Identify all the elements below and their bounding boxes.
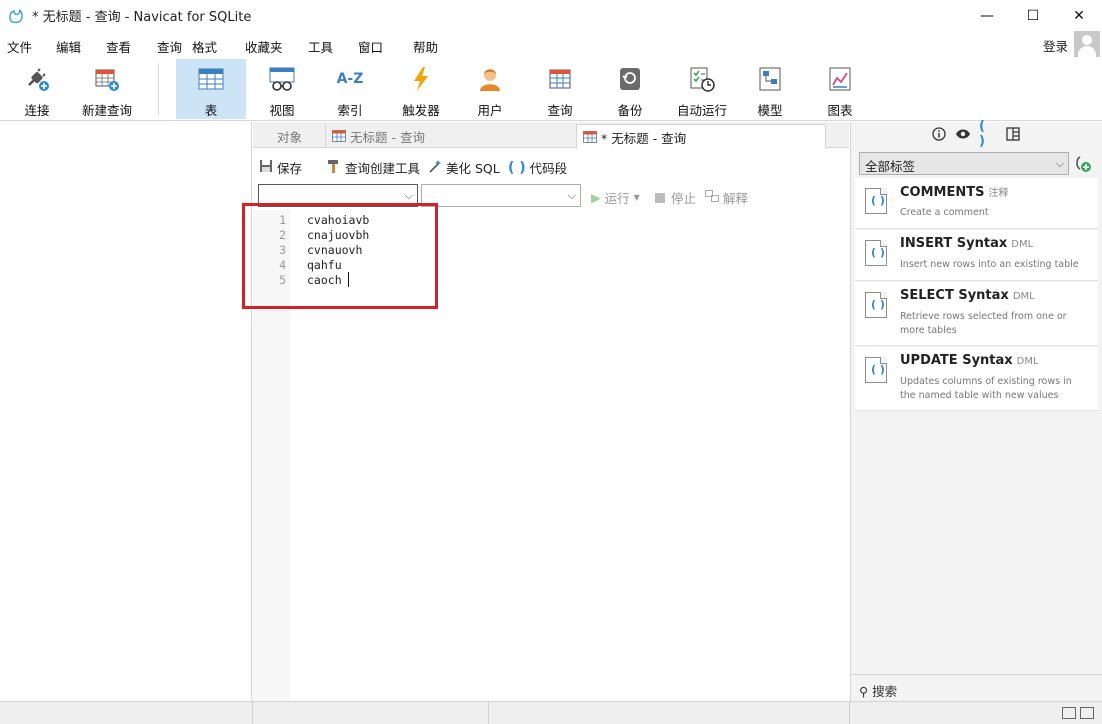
snippet-file-icon: ( ) [865, 292, 887, 318]
explain-button[interactable]: 解释 [705, 188, 748, 207]
menu-tools[interactable]: 工具 [308, 37, 333, 56]
snippet-panel: ( ) 全部标签 ⌵ ( ) COMMENTS 注释 Create a commen… [850, 119, 1102, 701]
run-button[interactable]: ▶ 运行 ▼ [591, 188, 640, 207]
toolbar-user-button[interactable]: 用户 [472, 59, 508, 119]
tab-objects[interactable]: 对象 [277, 124, 302, 148]
new-query-icon [93, 65, 121, 93]
status-bar [0, 701, 1102, 724]
toolbar-trigger-button[interactable]: 触发器 [398, 59, 444, 119]
snippet-file-icon: ( ) [865, 357, 887, 383]
toolbar-view-button[interactable]: 视图 [262, 59, 302, 119]
eye-icon[interactable] [955, 126, 971, 142]
save-icon [259, 159, 273, 176]
snippet-item-insert[interactable]: ( ) INSERT Syntax DML Insert new rows int… [855, 230, 1098, 281]
plug-icon [23, 65, 51, 93]
chevron-down-icon: ⌵ [404, 189, 413, 202]
add-snippet-icon[interactable] [1073, 154, 1093, 174]
layout-toggle-button[interactable] [1062, 707, 1076, 719]
hammer-icon [327, 159, 341, 176]
toolbar-connect-button[interactable]: 连接 [14, 59, 60, 119]
query-toolbar: 保存 查询创建工具 美化 SQL ( ) 代码段 [253, 150, 849, 180]
menu-format[interactable]: 格式 [192, 37, 217, 56]
menu-favorites[interactable]: 收藏夹 [245, 37, 283, 56]
index-icon: A-Z [336, 71, 364, 87]
stop-button[interactable]: 停止 [655, 188, 696, 207]
beautify-sql-button[interactable]: 美化 SQL [428, 158, 500, 177]
window-title: * 无标题 - 查询 - Navicat for SQLite [32, 10, 252, 25]
chevron-down-icon: ⌵ [567, 189, 576, 202]
play-icon: ▶ [591, 190, 601, 205]
parentheses-icon: ( ) [508, 159, 526, 176]
save-button[interactable]: 保存 [259, 158, 302, 177]
connection-tree-panel[interactable] [0, 122, 252, 701]
snippet-item-comments[interactable]: ( ) COMMENTS 注释 Create a comment [855, 178, 1098, 229]
chevron-down-icon: ⌵ [1055, 157, 1064, 170]
title-bar: * 无标题 - 查询 - Navicat for SQLite — ☐ ✕ [0, 0, 1102, 31]
stop-icon [655, 192, 665, 203]
snippet-item-update[interactable]: ( ) UPDATE Syntax DML Updates columns of … [855, 347, 1098, 411]
schema-select[interactable]: ⌵ [421, 184, 581, 207]
toolbar-chart-button[interactable]: 图表 [822, 59, 858, 119]
user-avatar[interactable] [1074, 31, 1100, 57]
menu-bar: 文件 编辑 查看 查询 格式 收藏夹 工具 窗口 帮助 登录 [0, 31, 1102, 57]
chart-icon [826, 65, 854, 93]
trigger-icon [407, 65, 435, 93]
table-icon [197, 65, 225, 93]
menu-view[interactable]: 查看 [106, 37, 131, 56]
annotation-highlight-box [242, 203, 438, 309]
user-icon [476, 65, 504, 93]
menu-file[interactable]: 文件 [7, 37, 32, 56]
tab-untitled-query-active[interactable]: * 无标题 - 查询 [576, 124, 826, 149]
tab-bar: 对象 无标题 - 查询 * 无标题 - 查询 [253, 122, 849, 149]
search-icon: ⚲ [859, 684, 873, 699]
close-button[interactable]: ✕ [1056, 0, 1102, 31]
tab-untitled-query-1[interactable]: 无标题 - 查询 [325, 124, 575, 148]
menu-window[interactable]: 窗口 [358, 37, 383, 56]
menu-help[interactable]: 帮助 [413, 37, 438, 56]
chevron-down-icon: ▼ [633, 193, 640, 202]
info-icon[interactable] [931, 126, 947, 142]
columns-icon[interactable] [1005, 126, 1021, 142]
toolbar-model-button[interactable]: 模型 [752, 59, 788, 119]
toolbar-new-query-button[interactable]: 新建查询 [78, 59, 136, 119]
snippet-parentheses-icon[interactable]: ( ) [979, 119, 995, 149]
toolbar-index-button[interactable]: A-Z 索引 [330, 59, 370, 119]
toolbar-table-button[interactable]: 表 [176, 59, 246, 119]
menu-query[interactable]: 查询 [157, 37, 182, 56]
code-snippet-button[interactable]: ( ) 代码段 [508, 158, 567, 177]
maximize-button[interactable]: ☐ [1010, 0, 1056, 31]
query-tab-icon [332, 130, 346, 142]
snippet-file-icon: ( ) [865, 188, 887, 214]
query-tab-icon [583, 131, 597, 143]
view-icon [268, 65, 296, 93]
toolbar-query-button[interactable]: 查询 [542, 59, 578, 119]
query-builder-button[interactable]: 查询创建工具 [327, 158, 420, 177]
toolbar-automation-button[interactable]: 自动运行 [674, 59, 730, 119]
toolbar-backup-button[interactable]: 备份 [612, 59, 648, 119]
navicat-logo-icon [8, 8, 24, 24]
snippet-category-select[interactable]: 全部标签 ⌵ [859, 152, 1069, 175]
explain-icon [705, 190, 719, 205]
snippet-search-input[interactable]: ⚲ 搜索 [851, 674, 1102, 700]
menu-edit[interactable]: 编辑 [56, 37, 81, 56]
snippet-item-select[interactable]: ( ) SELECT Syntax DML Retrieve rows selec… [855, 282, 1098, 346]
schedule-icon [688, 65, 716, 93]
snippet-file-icon: ( ) [865, 240, 887, 266]
main-toolbar: 连接 新建查询 表 视图 A-Z 索引 触发器 用户 查询 备份 自动运行 模型… [0, 57, 1102, 121]
model-icon [756, 65, 784, 93]
panel-toggle-button[interactable] [1080, 707, 1094, 719]
backup-icon [616, 65, 644, 93]
minimize-button[interactable]: — [964, 0, 1010, 31]
magic-wand-icon [428, 159, 442, 176]
login-link[interactable]: 登录 [1043, 36, 1068, 55]
query-icon [546, 65, 574, 93]
